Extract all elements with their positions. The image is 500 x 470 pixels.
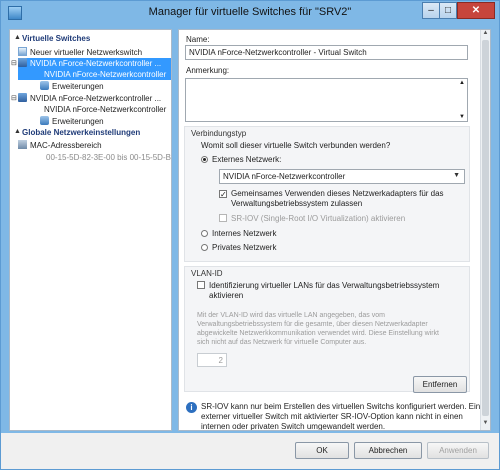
vlan-description-3: abgewickelte Netzwerkkommunikation verwe… (197, 330, 439, 337)
info-text-1: SR-IOV kann nur beim Erstellen des virtu… (201, 402, 481, 411)
ok-button[interactable]: OK (295, 442, 349, 459)
vlan-description-1: Mit der VLAN-ID wird das virtuelle LAN a… (197, 312, 385, 319)
vlan-group-title: VLAN-ID (191, 269, 223, 278)
notes-scroll-up-icon[interactable]: ▲ (459, 80, 465, 86)
external-network-radio[interactable]: Externes Netzwerk: (201, 155, 281, 164)
scroll-down-icon[interactable]: ▼ (481, 420, 490, 430)
scroll-up-icon[interactable]: ▲ (481, 30, 490, 40)
notes-scroll-down-icon[interactable]: ▼ (459, 114, 465, 120)
tree-item-switch1-adapter[interactable]: NVIDIA nForce-Netzwerkcontroller (18, 69, 171, 80)
vlan-description-4: sich nicht auf das Netzwerk für virtuell… (197, 339, 367, 346)
switch-icon (18, 58, 27, 67)
remove-button[interactable]: Entfernen (413, 376, 467, 393)
extension-icon (40, 81, 49, 90)
radio-empty-icon (201, 244, 208, 251)
properties-panel: Name: NVIDIA nForce-Netzwerkcontroller -… (178, 29, 491, 431)
connection-type-title: Verbindungstyp (191, 129, 247, 138)
mac-range-value: 00-15-5D-82-3E-00 bis 00-15-5D-B... (46, 153, 171, 162)
connection-type-group: Verbindungstyp Womit soll dieser virtuel… (184, 126, 470, 262)
radio-empty-icon (201, 230, 208, 237)
internal-network-radio[interactable]: Internes Netzwerk (201, 229, 276, 238)
sriov-checkbox[interactable]: SR-IOV (Single-Root I/O Virtualization) … (219, 214, 405, 223)
vlan-description-2: Verwaltungsbetriebssystem für die gesamt… (197, 321, 428, 328)
new-switch-icon (18, 47, 27, 56)
vlan-group: VLAN-ID Identifizierung virtueller LANs … (184, 266, 470, 392)
name-label: Name: (186, 35, 210, 44)
expand-icon[interactable]: ⊟ (11, 59, 17, 67)
notes-textarea[interactable]: ▲ ▼ (185, 78, 468, 122)
mac-icon (18, 140, 27, 149)
notes-label: Anmerkung: (186, 66, 230, 75)
switch-tree: ▲ Virtuelle Switches Neuer virtueller Ne… (9, 29, 172, 431)
extension-icon (40, 116, 49, 125)
radio-selected-icon (201, 156, 208, 163)
vlan-checkbox-label-cont: aktivieren (209, 291, 244, 300)
scroll-thumb[interactable] (482, 40, 489, 416)
title-bar[interactable]: Manager für virtuelle Switches für "SRV2… (1, 1, 499, 25)
collapse-icon[interactable]: ▲ (14, 128, 21, 135)
info-text-2: externer virtueller Switch mit aktiviert… (201, 412, 463, 421)
private-network-radio[interactable]: Privates Netzwerk (201, 243, 276, 252)
tree-header-global-settings[interactable]: ▲ Globale Netzwerkeinstellungen (12, 128, 140, 139)
maximize-button[interactable]: □ (439, 2, 457, 19)
info-icon: i (186, 402, 197, 413)
tree-item-new-switch[interactable]: Neuer virtueller Netzwerkswitch (18, 47, 171, 58)
panel-scrollbar[interactable]: ▲ ▼ (480, 30, 490, 430)
share-adapter-label-cont: Verwaltungsbetriebssystem zulassen (231, 199, 363, 208)
apply-button[interactable]: Anwenden (427, 442, 489, 459)
collapse-icon[interactable]: ▲ (14, 34, 21, 41)
vlan-checkbox[interactable]: Identifizierung virtueller LANs für das … (197, 281, 439, 290)
share-adapter-checkbox[interactable]: ✓ Gemeinsames Verwenden dieses Netzwerkad… (219, 189, 444, 199)
chevron-down-icon: ▼ (453, 172, 460, 179)
checkmark-icon: ✓ (219, 190, 227, 199)
tree-item-mac-range[interactable]: MAC-Adressbereich (18, 140, 171, 151)
checkbox-empty-icon (197, 281, 205, 289)
cancel-button[interactable]: Abbrechen (354, 442, 422, 459)
footer-bar: OK Abbrechen Anwenden (1, 433, 499, 469)
close-button[interactable]: ✕ (457, 2, 495, 19)
tree-header-virtual-switches[interactable]: ▲ Virtuelle Switches (12, 34, 90, 45)
minimize-button[interactable]: – (422, 2, 440, 19)
tree-item-switch2[interactable]: NVIDIA nForce-Netzwerkcontroller ... (18, 93, 171, 104)
tree-item-switch2-extensions[interactable]: Erweiterungen (40, 116, 170, 127)
tree-item-switch2-adapter[interactable]: NVIDIA nForce-Netzwerkcontroller (18, 104, 171, 115)
tree-item-switch1-extensions[interactable]: Erweiterungen (40, 81, 170, 92)
connection-question: Womit soll dieser virtuelle Switch verbu… (201, 141, 391, 150)
expand-icon[interactable]: ⊟ (11, 94, 17, 102)
info-text-3: internen oder privaten Switch umgewandel… (201, 422, 386, 431)
tree-item-switch1[interactable]: NVIDIA nForce-Netzwerkcontroller ... (18, 58, 171, 69)
checkbox-empty-icon (219, 214, 227, 222)
dialog-window: Manager für virtuelle Switches für "SRV2… (0, 0, 500, 470)
vlan-id-input[interactable]: 2 (197, 353, 227, 367)
external-adapter-select[interactable]: NVIDIA nForce-Netzwerkcontroller ▼ (219, 169, 465, 184)
name-input[interactable]: NVIDIA nForce-Netzwerkcontroller - Virtu… (185, 45, 468, 60)
switch-icon (18, 93, 27, 102)
